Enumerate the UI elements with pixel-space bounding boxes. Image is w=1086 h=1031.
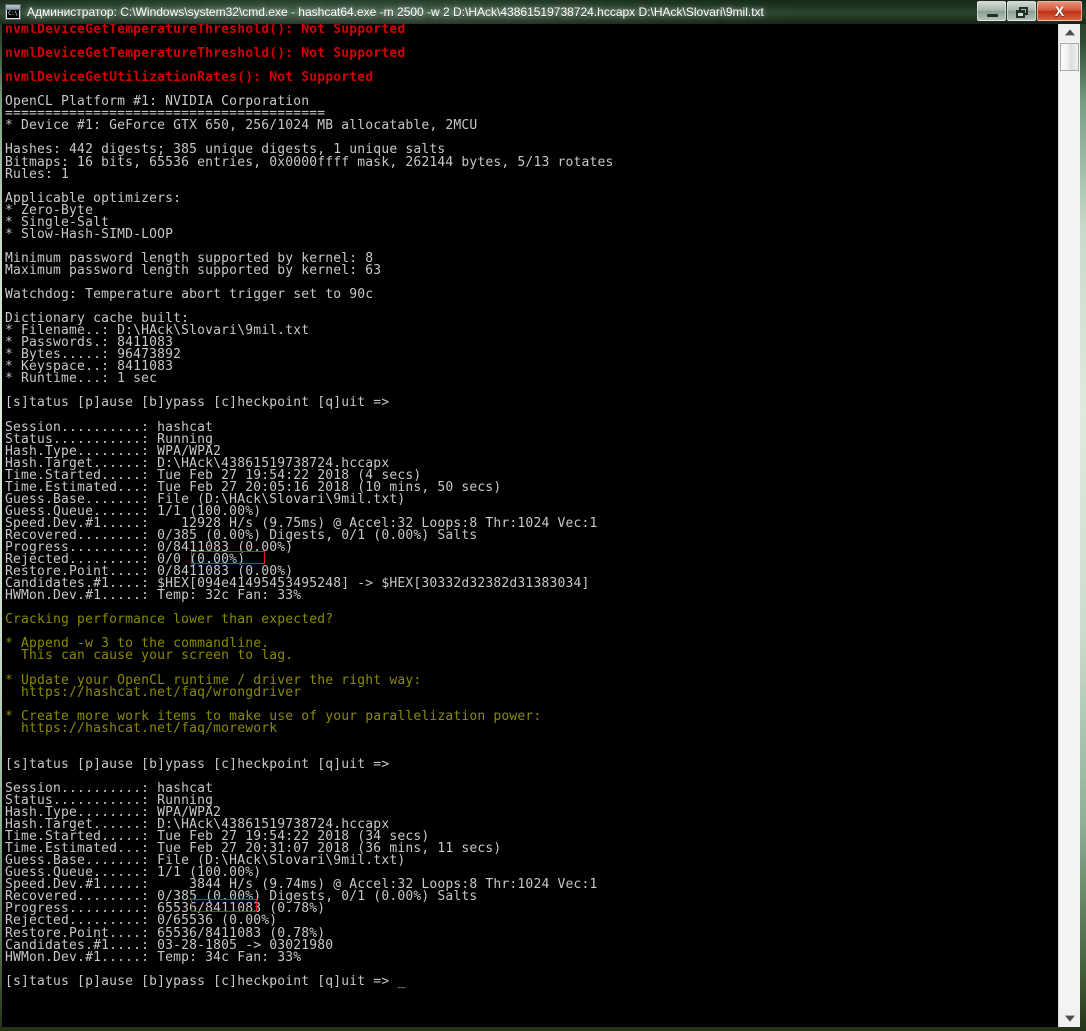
console-line: This can cause your screen to lag. xyxy=(5,648,294,664)
console-line: [s]tatus [p]ause [b]ypass [c]heckpoint [… xyxy=(5,973,406,989)
cmd-console-icon: C:\. xyxy=(5,4,21,20)
minimize-button[interactable] xyxy=(977,1,1006,21)
scrollbar-track[interactable] xyxy=(1059,42,1080,1009)
console-line: Bitmaps: 16 bits, 65536 entries, 0x0000f… xyxy=(5,154,614,170)
vertical-scrollbar[interactable] xyxy=(1058,24,1080,1027)
scroll-down-arrow-button[interactable] xyxy=(1059,1009,1080,1027)
console-line: nvmlDeviceGetTemperatureThreshold(): Not… xyxy=(5,24,406,37)
console-line: https://hashcat.net/faq/morework xyxy=(5,720,278,736)
close-button[interactable]: X xyxy=(1037,1,1082,21)
scroll-up-arrow-icon xyxy=(1064,29,1075,36)
window-title: Администратор: C:\Windows\system32\cmd.e… xyxy=(27,5,764,19)
cmd-window: C:\. Администратор: C:\Windows\system32\… xyxy=(0,0,1086,1031)
restore-icon-front xyxy=(1016,10,1025,18)
scroll-down-arrow-icon xyxy=(1064,1015,1075,1022)
close-icon: X xyxy=(1054,3,1065,19)
console-line: [s]tatus [p]ause [b]ypass [c]heckpoint [… xyxy=(5,756,390,772)
title-bar[interactable]: C:\. Администратор: C:\Windows\system32\… xyxy=(0,0,1086,24)
console-line: * Runtime...: 1 sec xyxy=(5,371,158,387)
minimize-icon xyxy=(987,14,998,17)
restore-button[interactable] xyxy=(1007,1,1036,21)
scroll-thumb[interactable] xyxy=(1060,43,1079,71)
console-line: HWMon.Dev.#1.....: Temp: 34c Fan: 33% xyxy=(5,949,302,965)
scroll-up-arrow-button[interactable] xyxy=(1059,24,1080,42)
console-text: nvmlDeviceGetTemperatureThreshold(): Not… xyxy=(5,24,614,988)
console-line: nvmlDeviceGetTemperatureThreshold(): Not… xyxy=(5,46,406,62)
console-line: Applicable optimizers: xyxy=(5,190,182,206)
window-controls: X xyxy=(976,1,1082,22)
console-line: Cracking performance lower than expected… xyxy=(5,612,334,628)
console-line: * Slow-Hash-SIMD-LOOP xyxy=(5,226,174,242)
console-line: Maximum password length supported by ker… xyxy=(5,262,382,278)
console-line: nvmlDeviceGetUtilizationRates(): Not Sup… xyxy=(5,70,374,86)
console-line: * Device #1: GeForce GTX 650, 256/1024 M… xyxy=(5,118,478,134)
icon-screen-label: C:\. xyxy=(7,10,19,18)
console-line: Rules: 1 xyxy=(5,166,70,182)
console-line: [s]tatus [p]ause [b]ypass [c]heckpoint [… xyxy=(5,395,390,411)
console-line: https://hashcat.net/faq/wrongdriver xyxy=(5,684,302,700)
console-line: HWMon.Dev.#1.....: Temp: 32c Fan: 33% xyxy=(5,588,302,604)
console-output-area[interactable]: nvmlDeviceGetTemperatureThreshold(): Not… xyxy=(2,24,1058,1027)
console-line: Watchdog: Temperature abort trigger set … xyxy=(5,287,374,303)
